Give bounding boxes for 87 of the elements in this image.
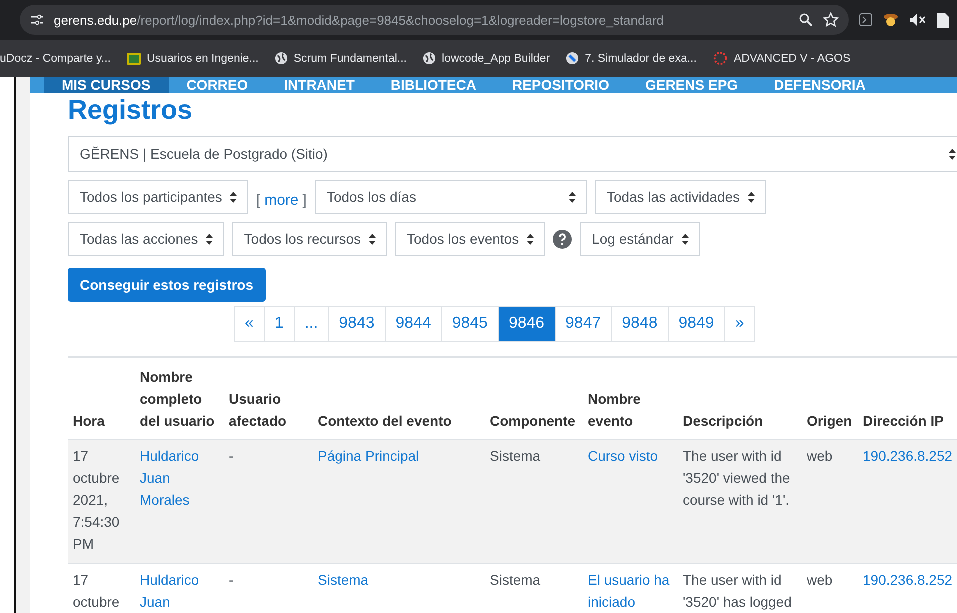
table-link[interactable]: El usuario ha iniciado xyxy=(583,564,678,613)
bookmark[interactable]: uDocz - Comparte y... xyxy=(0,52,111,64)
table-cell: The user with id '3520' has logged xyxy=(678,564,802,613)
extension-icon[interactable] xyxy=(859,13,873,27)
nav-tab[interactable]: GERENS EPG xyxy=(627,77,756,93)
mute-icon[interactable] xyxy=(909,13,927,27)
table-link[interactable]: Sistema xyxy=(313,564,485,613)
table-cell: web xyxy=(802,440,858,564)
sort-caret-icon xyxy=(527,234,534,244)
nav-tab[interactable]: REPOSITORIO xyxy=(494,77,628,93)
column-header: Usuario afectado xyxy=(224,357,313,440)
table-cell: - xyxy=(224,564,313,613)
page-link[interactable]: « xyxy=(234,306,265,342)
table-link[interactable]: 190.236.8.252 xyxy=(858,564,957,613)
nav-tab[interactable]: BIBLIOTECA xyxy=(372,77,494,93)
bookmark[interactable]: ADVANCED V - AGOS xyxy=(712,51,851,66)
star-icon[interactable] xyxy=(823,12,839,28)
document-icon[interactable] xyxy=(937,12,949,28)
column-header: Dirección IP xyxy=(858,357,957,440)
page-link[interactable]: 9843 xyxy=(328,306,386,342)
column-header: Hora xyxy=(68,357,135,440)
site-select[interactable]: GĔRENS | Escuela de Postgrado (Sitio) xyxy=(68,136,957,172)
bookmark[interactable]: 7. Simulador de exa... xyxy=(566,52,697,65)
bracket-text: [ xyxy=(256,192,261,208)
nav-tab[interactable]: MIS CURSOS xyxy=(44,77,169,93)
sort-caret-icon xyxy=(230,192,238,202)
table-link[interactable]: Huldarico Juan xyxy=(135,564,224,613)
column-header: Nombre evento xyxy=(583,357,678,440)
filter-select[interactable]: Todas las acciones xyxy=(68,222,224,256)
bookmark[interactable]: Scrum Fundamental... xyxy=(274,52,408,65)
page-link[interactable]: 9849 xyxy=(668,306,726,342)
submit-button[interactable]: Conseguir estos registros xyxy=(68,268,266,302)
address-bar[interactable]: gerens.edu.pe/report/log/index.php?id=1&modid&page=9845&chooselog=1&logreader=logstore_standard xyxy=(20,5,849,35)
table-cell: - xyxy=(224,440,313,564)
table-cell: The user with id '3520' viewed the course with id '1'. xyxy=(678,440,802,564)
filter-select[interactable]: Log estándar xyxy=(580,222,700,256)
page-link[interactable]: 9846 xyxy=(498,306,556,342)
sort-caret-icon xyxy=(206,234,214,244)
column-header: Componente xyxy=(485,357,583,440)
disc-icon xyxy=(566,52,580,65)
ring-icon xyxy=(712,51,728,66)
table-link[interactable]: 190.236.8.252 xyxy=(858,440,957,564)
column-header: Contexto del evento xyxy=(313,357,485,440)
nav-tab[interactable]: DEFENSORIA xyxy=(756,77,884,93)
nav-tab[interactable]: INTRANET xyxy=(266,77,373,93)
url-text: gerens.edu.pe/report/log/index.php?id=1&modid&page=9845&chooselog=1&logreader=logstore_standard xyxy=(54,12,664,28)
sort-caret-icon xyxy=(682,234,689,244)
table-link[interactable]: Huldarico Juan Morales xyxy=(135,440,224,564)
page-link[interactable]: 9844 xyxy=(384,306,442,342)
filter-select[interactable]: Todos los recursos xyxy=(232,222,388,256)
nav-tab[interactable]: CORREO xyxy=(168,77,266,93)
table-link[interactable]: Curso visto xyxy=(583,440,678,564)
mascot-icon[interactable] xyxy=(883,13,899,27)
sort-caret-icon xyxy=(568,192,576,202)
bracket-text: ] xyxy=(302,192,307,208)
column-header: Descripción xyxy=(678,357,802,440)
bookmark[interactable]: Usuarios en Ingenie... xyxy=(127,52,259,64)
bookmark[interactable]: lowcode_App Builder xyxy=(423,52,550,65)
table-cell: 17 octubre 2021, 7:54:30 PM xyxy=(68,440,135,564)
table-cell: Sistema xyxy=(485,440,583,564)
sort-caret-icon xyxy=(748,192,756,202)
image-icon xyxy=(127,52,141,64)
site-settings-icon[interactable] xyxy=(30,14,44,26)
filter-select[interactable]: Todos los días xyxy=(314,180,587,214)
page-link[interactable]: ... xyxy=(294,306,330,342)
filter-select[interactable]: Todos los eventos xyxy=(395,222,546,256)
sort-caret-icon xyxy=(369,234,376,244)
page-title: Registros xyxy=(68,94,194,127)
zoom-icon[interactable] xyxy=(799,13,813,27)
globe-icon xyxy=(423,52,436,65)
table-cell: Sistema xyxy=(485,564,583,613)
more-link[interactable]: more xyxy=(264,192,299,208)
table-cell: 17 octubre xyxy=(68,564,135,613)
page-link[interactable]: 9848 xyxy=(611,306,669,342)
sort-caret-icon xyxy=(949,148,956,160)
table-link[interactable]: Página Principal xyxy=(313,440,485,564)
page-link[interactable]: 9845 xyxy=(441,306,499,342)
page-link[interactable]: 9847 xyxy=(554,306,612,342)
column-header: Nombre completo del usuario xyxy=(135,357,224,440)
table-cell: web xyxy=(802,564,858,613)
help-icon[interactable] xyxy=(553,230,572,248)
page-link[interactable]: » xyxy=(724,306,756,342)
page-link[interactable]: 1 xyxy=(264,306,295,342)
filter-select[interactable]: Todos los participantes xyxy=(68,180,248,214)
globe-icon xyxy=(274,52,288,65)
column-header: Origen xyxy=(802,357,858,440)
filter-select[interactable]: Todas las actividades xyxy=(594,180,766,214)
